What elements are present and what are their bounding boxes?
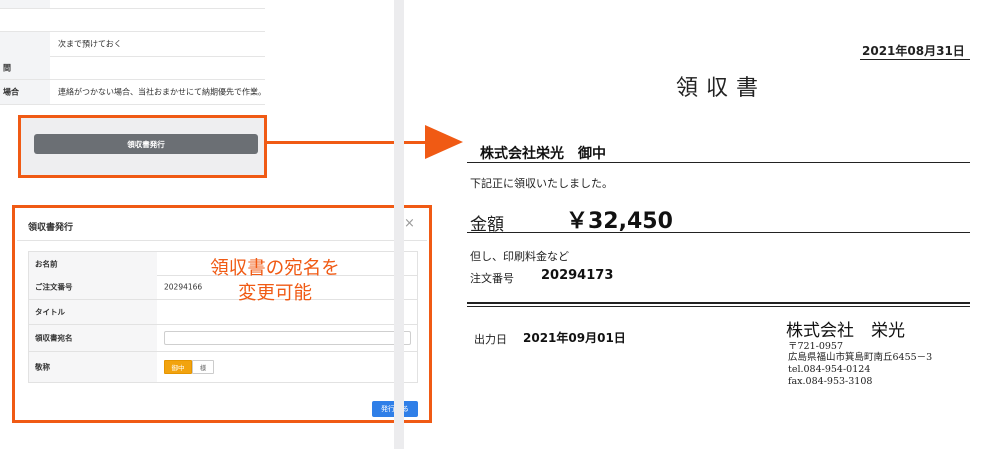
issuer-company: 株式会社 栄光 — [786, 321, 905, 341]
row-header: 場合 — [0, 80, 50, 104]
order-number-label: 注文番号 — [470, 272, 514, 285]
row-header — [0, 0, 50, 8]
order-details-panel: 次まで預けておく 間 場合 連絡がつかない場合、当社おまかせにて納期優先で作業。 — [0, 0, 266, 110]
rule-line — [467, 232, 970, 233]
table-row: 間 — [0, 56, 265, 80]
highlight-frame — [12, 205, 432, 423]
divider-strip — [394, 0, 404, 449]
output-date: 2021年09月01日 — [523, 331, 626, 345]
table-row: 場合 連絡がつかない場合、当社おまかせにて納期優先で作業。 — [0, 80, 266, 105]
table-row — [0, 0, 265, 9]
issuer-address: 広島県福山市箕島町南丘6455－3 — [788, 352, 933, 363]
row-header: 間 — [0, 56, 50, 79]
receipt-title: 領収書 — [676, 76, 767, 101]
received-text: 下記正に領収いたしました。 — [470, 177, 613, 190]
output-date-label: 出力日 — [474, 333, 507, 346]
arrow-head-icon — [425, 125, 463, 159]
issuer-postal-code: 〒721-0957 — [788, 341, 844, 352]
receipt-recipient: 株式会社栄光 御中 — [480, 146, 606, 162]
rule-line — [467, 162, 970, 163]
order-number: 20294173 — [541, 268, 614, 283]
table-row: 次まで預けておく — [0, 31, 265, 57]
row-value: 次まで預けておく — [58, 39, 122, 49]
date-underline — [860, 59, 970, 60]
highlight-frame — [18, 115, 267, 178]
amount-value: ￥32,450 — [566, 209, 673, 234]
row-header — [0, 32, 50, 56]
receipt-date: 2021年08月31日 — [862, 44, 965, 58]
issuer-fax: fax.084-953-3108 — [788, 376, 873, 387]
issuer-tel: tel.084-954-0124 — [788, 364, 871, 375]
receipt-note: 但し、印刷料金など — [470, 250, 569, 263]
row-value: 連絡がつかない場合、当社おまかせにて納期優先で作業。 — [58, 87, 266, 97]
double-rule-line — [467, 302, 970, 307]
